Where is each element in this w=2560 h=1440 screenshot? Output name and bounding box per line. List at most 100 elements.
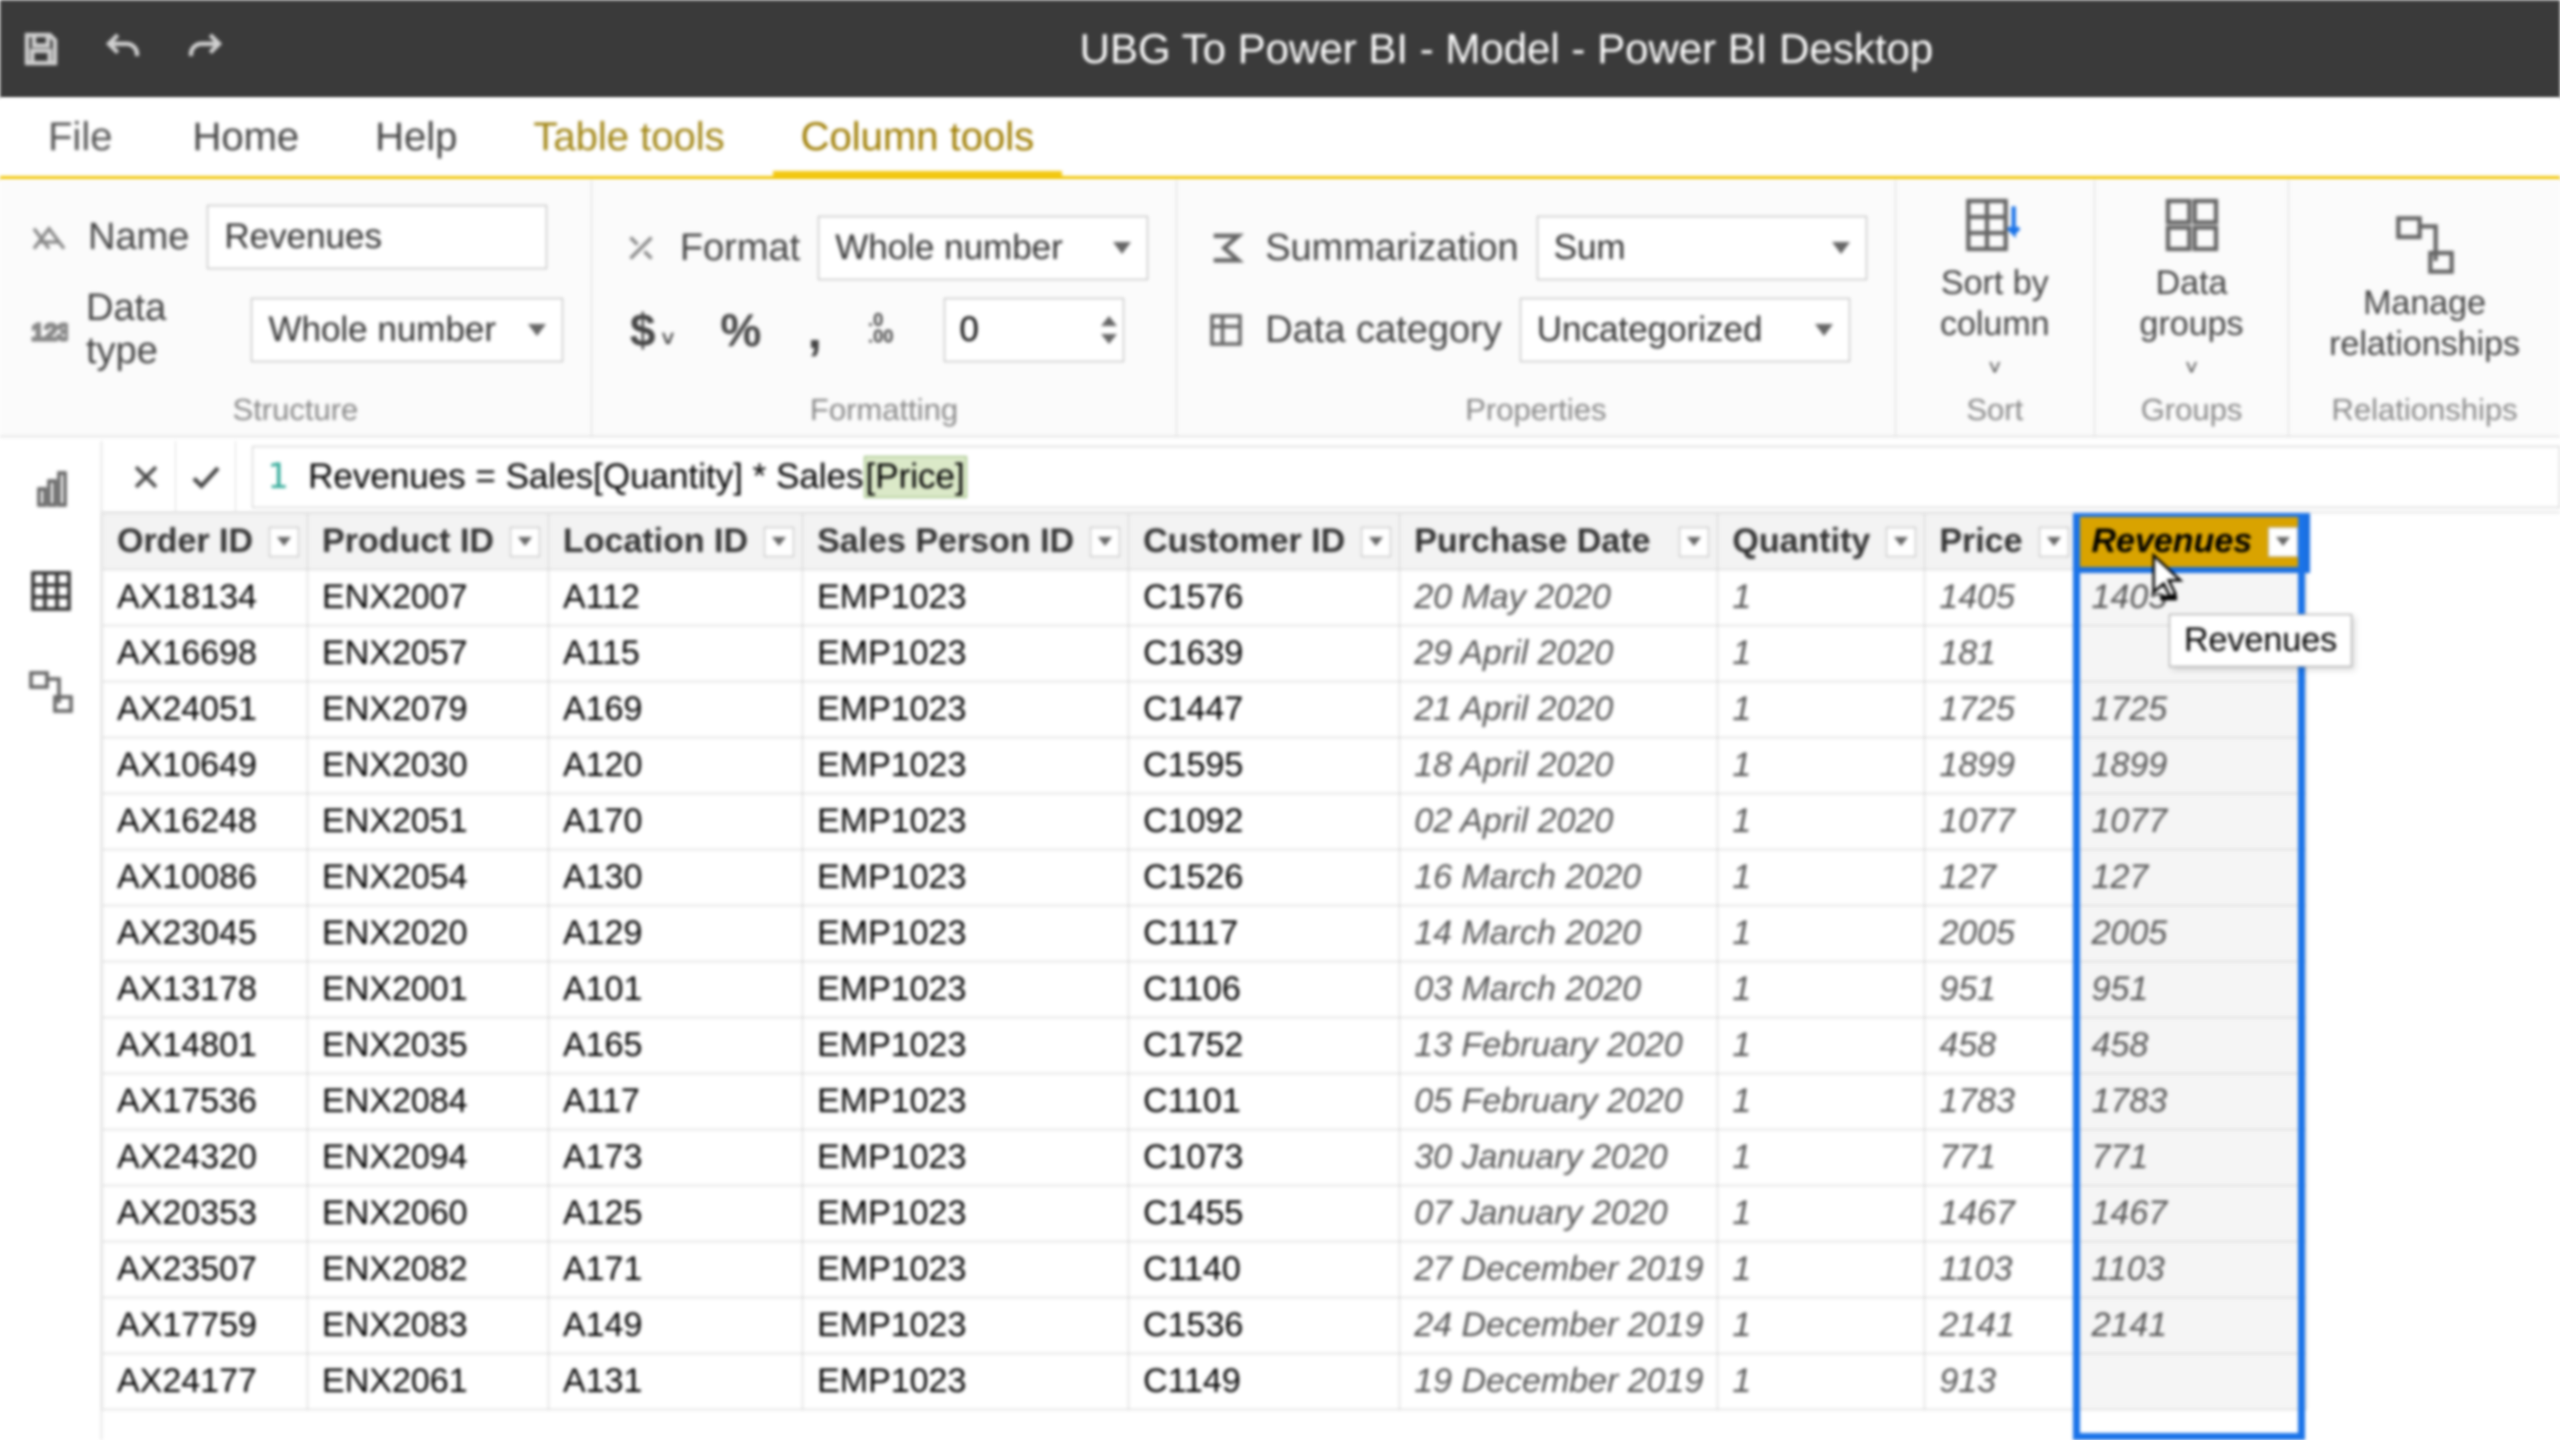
title-bar: UBG To Power BI - Model - Power BI Deskt… <box>0 0 2560 98</box>
formula-bar: 1 Revenues = Sales[Quantity] * Sales[Pri… <box>102 441 2560 513</box>
datacategory-value: Uncategorized <box>1537 310 1763 350</box>
col-price[interactable]: Price <box>1925 514 2077 570</box>
table-row[interactable]: AX16248ENX2051A170EMP1023C109202 April 2… <box>103 794 2307 850</box>
table-row[interactable]: AX10086ENX2054A130EMP1023C152616 March 2… <box>103 850 2307 906</box>
col-sales-person-id[interactable]: Sales Person ID <box>803 514 1129 570</box>
tab-help[interactable]: Help <box>337 98 495 176</box>
table-row[interactable]: AX18134ENX2007A112EMP1023C157620 May 202… <box>103 570 2307 626</box>
col-quantity[interactable]: Quantity <box>1718 514 1925 570</box>
filter-icon[interactable] <box>1679 527 1709 557</box>
thousands-button[interactable]: , <box>797 299 832 361</box>
group-label-properties: Properties <box>1205 386 1866 428</box>
format-select[interactable]: Whole number <box>818 216 1148 280</box>
formula-commit-button[interactable] <box>176 441 236 512</box>
col-purchase-date[interactable]: Purchase Date <box>1400 514 1718 570</box>
filter-icon[interactable] <box>764 527 794 557</box>
data-view-icon[interactable] <box>27 567 75 615</box>
table-row[interactable]: AX23045ENX2020A129EMP1023C111714 March 2… <box>103 906 2307 962</box>
filter-icon[interactable] <box>1361 527 1391 557</box>
groups-label: Data groups ˅ <box>2135 263 2248 385</box>
content-area: 1 Revenues = Sales[Quantity] * Sales[Pri… <box>102 441 2560 1440</box>
filter-icon[interactable] <box>1090 527 1120 557</box>
table-row[interactable]: AX16698ENX2057A115EMP1023C163929 April 2… <box>103 626 2307 682</box>
formula-text: Revenues = Sales[Quantity] * Sales <box>308 457 863 497</box>
group-label-groups: Groups <box>2115 386 2268 428</box>
datatype-label: Data type <box>86 287 233 373</box>
filter-icon[interactable] <box>2268 527 2298 557</box>
table-row[interactable]: AX23507ENX2082A171EMP1023C114027 Decembe… <box>103 1242 2307 1298</box>
group-label-formatting: Formatting <box>620 386 1148 428</box>
group-properties: Summarization Sum Data category Uncatego… <box>1177 180 1895 436</box>
table-row[interactable]: AX24320ENX2094A173EMP1023C107330 January… <box>103 1130 2307 1186</box>
table-row[interactable]: AX14801ENX2035A165EMP1023C175213 Februar… <box>103 1018 2307 1074</box>
currency-button[interactable]: $ ˅ <box>620 303 685 357</box>
col-revenues[interactable]: Revenues <box>2077 514 2307 570</box>
group-formatting: Format Whole number $ ˅ % , .0.00 0 Form <box>592 180 1177 436</box>
chevron-down-icon <box>1815 324 1833 336</box>
table-row[interactable]: AX24177ENX2061A131EMP1023C114919 Decembe… <box>103 1354 2307 1410</box>
name-input[interactable]: Revenues <box>207 205 547 269</box>
table-row[interactable]: AX20353ENX2060A125EMP1023C145507 January… <box>103 1186 2307 1242</box>
view-rail <box>0 441 102 1440</box>
group-label-sort: Sort <box>1916 386 2074 428</box>
relationships-label: Manage relationships <box>2329 283 2520 365</box>
table-row[interactable]: AX13178ENX2001A101EMP1023C110603 March 2… <box>103 962 2307 1018</box>
group-groups: Data groups ˅ Groups <box>2095 180 2289 436</box>
filter-icon[interactable] <box>269 527 299 557</box>
datatype-value: Whole number <box>268 310 496 350</box>
svg-text:.00: .00 <box>868 326 893 346</box>
save-icon[interactable] <box>20 28 62 70</box>
summarization-select[interactable]: Sum <box>1537 216 1867 280</box>
formula-cancel-button[interactable] <box>116 441 176 512</box>
column-tooltip: Revenues <box>2169 614 2352 667</box>
filter-icon[interactable] <box>2039 527 2069 557</box>
tab-column-tools[interactable]: Column tools <box>763 98 1072 176</box>
chevron-down-icon <box>1832 242 1850 254</box>
decimals-spinner[interactable]: 0 <box>944 298 1124 362</box>
datacategory-icon <box>1205 309 1247 351</box>
table-row[interactable]: AX17536ENX2084A117EMP1023C110105 Februar… <box>103 1074 2307 1130</box>
filter-icon[interactable] <box>1886 527 1916 557</box>
col-customer-id[interactable]: Customer ID <box>1129 514 1400 570</box>
col-location-id[interactable]: Location ID <box>548 514 802 570</box>
formula-line-number: 1 <box>267 457 288 497</box>
decimal-button[interactable]: .0.00 <box>858 303 918 357</box>
chevron-down-icon <box>528 324 546 336</box>
model-view-icon[interactable] <box>27 669 75 717</box>
sort-by-column-button[interactable]: Sort by column ˅ <box>1916 192 2074 386</box>
tab-file[interactable]: File <box>6 98 154 176</box>
tab-table-tools[interactable]: Table tools <box>495 98 762 176</box>
sort-label: Sort by column ˅ <box>1936 263 2054 385</box>
table-row[interactable]: AX10649ENX2030A120EMP1023C159518 April 2… <box>103 738 2307 794</box>
datacategory-label: Data category <box>1265 309 1502 352</box>
table-row[interactable]: AX17759ENX2083A149EMP1023C153624 Decembe… <box>103 1298 2307 1354</box>
tab-home[interactable]: Home <box>154 98 337 176</box>
svg-text:123: 123 <box>31 319 68 345</box>
datatype-select[interactable]: Whole number <box>251 298 562 362</box>
group-sort: Sort by column ˅ Sort <box>1896 180 2095 436</box>
group-label-structure: Structure <box>28 386 563 428</box>
ribbon-tabs: File Home Help Table tools Column tools <box>0 98 2560 180</box>
filter-icon[interactable] <box>510 527 540 557</box>
redo-icon[interactable] <box>184 28 226 70</box>
percent-button[interactable]: % <box>710 303 771 357</box>
data-grid[interactable]: Order ID Product ID Location ID Sales Pe… <box>102 513 2560 1440</box>
data-groups-button[interactable]: Data groups ˅ <box>2115 192 2268 386</box>
formula-input[interactable]: 1 Revenues = Sales[Quantity] * Sales[Pri… <box>252 446 2560 508</box>
col-order-id[interactable]: Order ID <box>103 514 308 570</box>
group-label-relationships: Relationships <box>2309 386 2540 428</box>
undo-icon[interactable] <box>102 28 144 70</box>
col-product-id[interactable]: Product ID <box>308 514 549 570</box>
datacategory-select[interactable]: Uncategorized <box>1520 298 1850 362</box>
summarization-label: Summarization <box>1265 227 1518 270</box>
chevron-down-icon <box>1113 242 1131 254</box>
format-icon <box>620 227 662 269</box>
report-view-icon[interactable] <box>27 465 75 513</box>
table-row[interactable]: AX24051ENX2079A169EMP1023C144721 April 2… <box>103 682 2307 738</box>
app-title: UBG To Power BI - Model - Power BI Deskt… <box>1080 25 1934 73</box>
header-row: Order ID Product ID Location ID Sales Pe… <box>103 514 2307 570</box>
name-label: Name <box>88 216 189 259</box>
decimals-value: 0 <box>959 310 978 350</box>
manage-relationships-button[interactable]: Manage relationships <box>2309 192 2540 386</box>
formula-highlight: [Price] <box>864 456 967 498</box>
